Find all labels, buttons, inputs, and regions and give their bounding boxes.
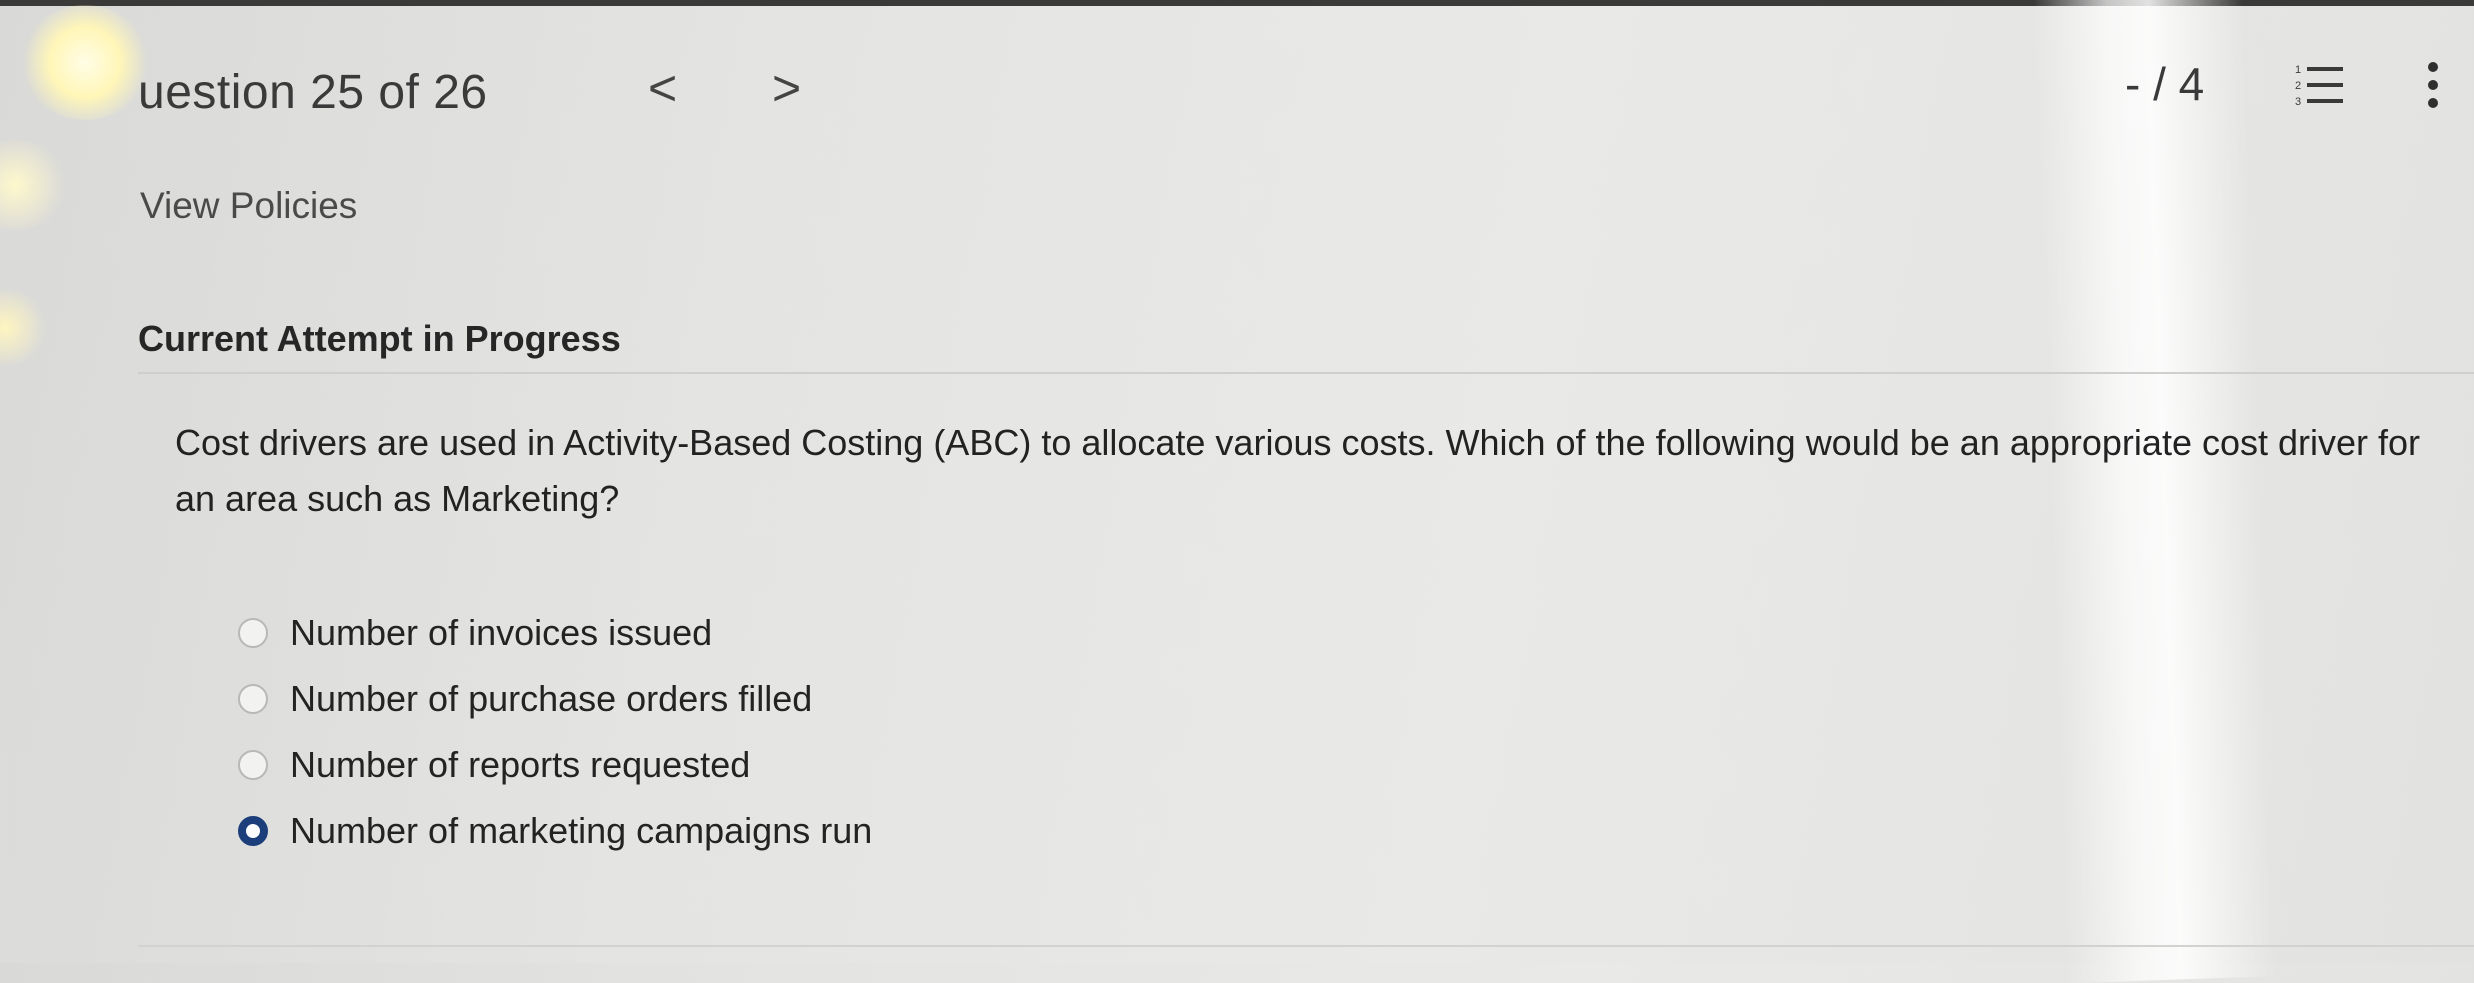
- option-label: Number of purchase orders filled: [290, 678, 813, 719]
- question-counter: uestion 25 of 26: [138, 66, 488, 119]
- light-glare: [0, 290, 50, 365]
- question-text: Cost drivers are used in Activity-Based …: [175, 422, 2421, 519]
- view-policies-link[interactable]: View Policies: [140, 185, 357, 227]
- option-label: Number of reports requested: [290, 744, 751, 785]
- answer-option[interactable]: Number of reports requested: [238, 732, 872, 798]
- answer-options: Number of invoices issued Number of purc…: [238, 600, 872, 864]
- radio-button[interactable]: [238, 816, 268, 846]
- answer-option[interactable]: Number of marketing campaigns run: [238, 798, 872, 864]
- option-label: Number of marketing campaigns run: [290, 810, 873, 851]
- svg-text:2: 2: [2295, 80, 2301, 92]
- svg-text:3: 3: [2295, 96, 2301, 108]
- option-label: Number of invoices issued: [290, 612, 713, 653]
- svg-text:1: 1: [2295, 64, 2301, 76]
- radio-button[interactable]: [238, 618, 268, 648]
- question-header: uestion 25 of 26 < > - / 4 1 2 3: [0, 55, 2474, 135]
- score-display: - / 4: [2125, 58, 2205, 110]
- section-divider: [138, 372, 2474, 374]
- attempt-status: Current Attempt in Progress: [138, 318, 621, 359]
- numbered-list-icon[interactable]: 1 2 3: [2295, 61, 2345, 109]
- light-glare: [0, 140, 70, 230]
- chevron-left-icon[interactable]: <: [648, 63, 677, 113]
- chevron-right-icon[interactable]: >: [772, 63, 801, 113]
- more-vertical-icon[interactable]: [2418, 59, 2448, 115]
- bottom-divider: [138, 945, 2474, 947]
- radio-button[interactable]: [238, 750, 268, 780]
- radio-button[interactable]: [238, 684, 268, 714]
- top-edge: [0, 0, 2474, 6]
- answer-option[interactable]: Number of invoices issued: [238, 600, 872, 666]
- answer-option[interactable]: Number of purchase orders filled: [238, 666, 872, 732]
